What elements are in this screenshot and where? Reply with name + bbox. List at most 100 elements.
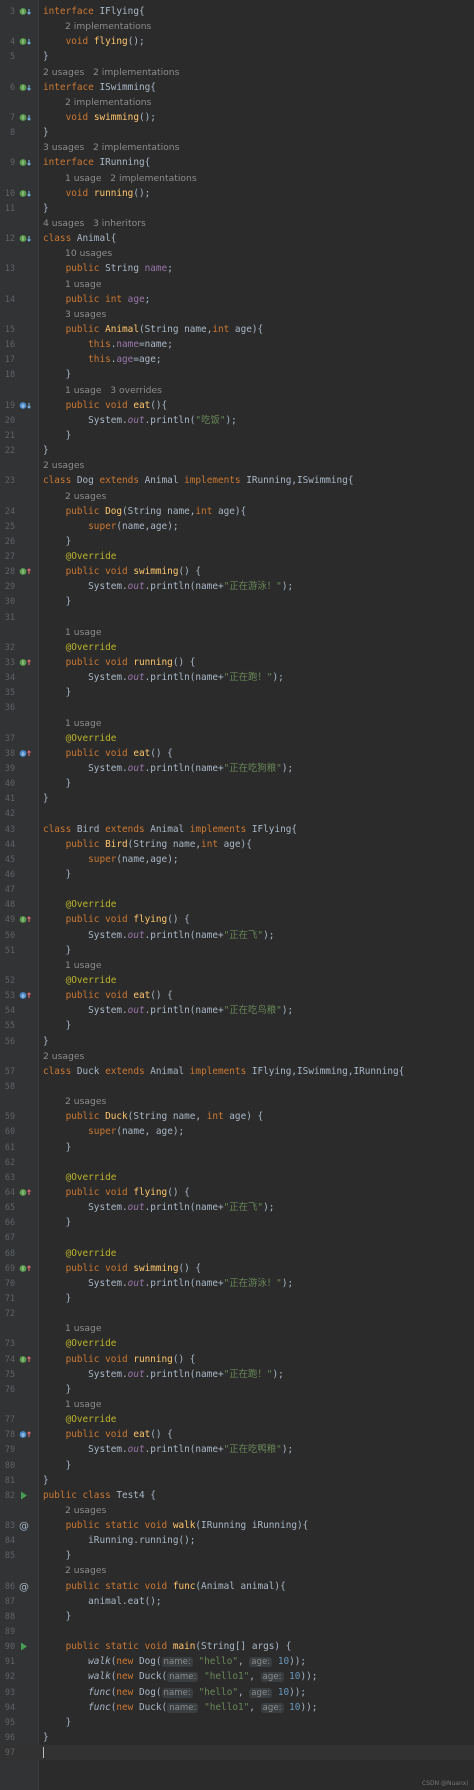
usage-hint-text[interactable]: 3 usages 2 implementations bbox=[43, 140, 179, 155]
usage-hint[interactable]: 2 usages bbox=[0, 1563, 474, 1578]
overriding-icon[interactable]: o bbox=[18, 988, 36, 1003]
implemented-icon[interactable]: I bbox=[18, 231, 36, 246]
code-line[interactable]: 59 public Duck(String name, int age) { bbox=[0, 1109, 474, 1124]
code-line[interactable]: 56} bbox=[0, 1034, 474, 1049]
code-line[interactable]: 27 @Override bbox=[0, 549, 474, 564]
code-text[interactable]: public void flying() { bbox=[43, 912, 190, 927]
code-text[interactable]: func(new Duck(name: "hello1", age: 10)); bbox=[43, 1700, 317, 1716]
code-line[interactable]: 95 } bbox=[0, 1715, 474, 1730]
code-line[interactable]: 54 System.out.println(name+"正在吃鸟粮"); bbox=[0, 1003, 474, 1018]
code-line[interactable]: 11} bbox=[0, 201, 474, 216]
code-text[interactable]: void running(); bbox=[43, 186, 151, 201]
code-line[interactable]: 61 } bbox=[0, 1140, 474, 1155]
implemented-icon[interactable]: I bbox=[18, 110, 36, 125]
code-line[interactable]: 68 @Override bbox=[0, 1246, 474, 1261]
code-text[interactable]: System.out.println(name+"正在游泳！"); bbox=[43, 1276, 293, 1291]
usage-hint[interactable]: 1 usage 2 implementations bbox=[0, 171, 474, 186]
code-line[interactable]: 63 @Override bbox=[0, 1170, 474, 1185]
code-line[interactable]: 5} bbox=[0, 49, 474, 64]
code-line[interactable]: 75 System.out.println(name+"正在跑！"); bbox=[0, 1367, 474, 1382]
usage-hint[interactable]: 1 usage bbox=[0, 1397, 474, 1412]
code-line[interactable]: 13 public String name; bbox=[0, 261, 474, 276]
usage-hint-text[interactable]: 1 usage bbox=[65, 1321, 102, 1336]
code-line[interactable]: 67 bbox=[0, 1230, 474, 1245]
code-line[interactable]: 12 Iclass Animal{ bbox=[0, 231, 474, 246]
code-text[interactable]: System.out.println(name+"正在跑！"); bbox=[43, 670, 284, 685]
code-line[interactable]: 52 @Override bbox=[0, 973, 474, 988]
usage-hint-text[interactable]: 2 usages 2 implementations bbox=[43, 65, 179, 80]
usage-hint[interactable]: 3 usages bbox=[0, 307, 474, 322]
code-text[interactable]: @Override bbox=[43, 549, 117, 564]
code-text[interactable]: @Override bbox=[43, 1170, 117, 1185]
code-text[interactable]: } bbox=[43, 867, 72, 882]
code-text[interactable]: } bbox=[43, 1215, 72, 1230]
code-text[interactable]: class Bird extends Animal implements IFl… bbox=[43, 822, 297, 837]
override-icon[interactable]: I bbox=[18, 564, 36, 579]
code-text[interactable]: @Override bbox=[43, 1336, 117, 1351]
code-text[interactable]: walk(new Dog(name: "hello", age: 10)); bbox=[43, 1654, 306, 1670]
code-text[interactable]: } bbox=[43, 443, 49, 458]
usage-hint-text[interactable]: 1 usage bbox=[65, 958, 102, 973]
usage-hint[interactable]: 2 usages bbox=[0, 1503, 474, 1518]
code-line[interactable]: 57 class Duck extends Animal implements I… bbox=[0, 1064, 474, 1079]
code-text[interactable]: System.out.println(name+"正在吃鸭粮"); bbox=[43, 1442, 293, 1457]
code-text[interactable]: super(name,age); bbox=[43, 852, 178, 867]
code-line[interactable]: 87 animal.eat(); bbox=[0, 1594, 474, 1609]
usage-hint-text[interactable]: 2 usages bbox=[43, 1049, 84, 1064]
code-text[interactable]: class Dog extends Animal implements IRun… bbox=[43, 473, 353, 488]
code-text[interactable]: System.out.println("吃饭"); bbox=[43, 413, 237, 428]
usage-hint-text[interactable]: 2 usages bbox=[65, 489, 106, 504]
code-text[interactable]: } bbox=[43, 428, 72, 443]
code-text[interactable]: public static void main(String[] args) { bbox=[43, 1639, 292, 1654]
code-text[interactable]: public void running() { bbox=[43, 1352, 196, 1367]
code-text[interactable]: interface IFlying{ bbox=[43, 4, 145, 19]
code-text[interactable]: } bbox=[43, 685, 72, 700]
usage-hint[interactable]: 2 implementations bbox=[0, 95, 474, 110]
code-line[interactable]: 44 public Bird(String name,int age){ bbox=[0, 837, 474, 852]
usage-hint-text[interactable]: 2 usages bbox=[65, 1094, 106, 1109]
usage-hint-text[interactable]: 4 usages 3 inheritors bbox=[43, 216, 146, 231]
usage-hint-text[interactable]: 1 usage 2 implementations bbox=[65, 171, 197, 186]
code-line[interactable]: 66 } bbox=[0, 1215, 474, 1230]
code-line[interactable]: 48 @Override bbox=[0, 897, 474, 912]
code-line[interactable]: 85 } bbox=[0, 1548, 474, 1563]
code-text[interactable]: } bbox=[43, 367, 72, 382]
code-line[interactable]: 92 walk(new Duck(name: "hello1", age: 10… bbox=[0, 1669, 474, 1684]
code-line[interactable]: 14 public int age; bbox=[0, 292, 474, 307]
code-line[interactable]: 94 func(new Duck(name: "hello1", age: 10… bbox=[0, 1700, 474, 1715]
code-line[interactable]: 21 } bbox=[0, 428, 474, 443]
code-text[interactable]: System.out.println(name+"正在吃狗粮"); bbox=[43, 761, 293, 776]
code-line[interactable]: 74 I public void running() { bbox=[0, 1352, 474, 1367]
code-line[interactable]: 90 public static void main(String[] args… bbox=[0, 1639, 474, 1654]
code-line[interactable]: 4 I void flying(); bbox=[0, 34, 474, 49]
code-line[interactable]: 20 System.out.println("吃饭"); bbox=[0, 413, 474, 428]
code-line[interactable]: 29 System.out.println(name+"正在游泳！"); bbox=[0, 579, 474, 594]
implemented-icon[interactable]: I bbox=[18, 155, 36, 170]
implemented-icon[interactable]: I bbox=[18, 34, 36, 49]
code-text[interactable]: public void flying() { bbox=[43, 1185, 190, 1200]
code-text[interactable]: @Override bbox=[43, 1246, 117, 1261]
usage-hint-text[interactable]: 1 usage bbox=[65, 625, 102, 640]
code-line[interactable]: 15 public Animal(String name,int age){ bbox=[0, 322, 474, 337]
code-line[interactable]: 36 bbox=[0, 700, 474, 715]
overriding-icon[interactable]: o bbox=[18, 746, 36, 761]
code-text[interactable]: System.out.println(name+"正在飞"); bbox=[43, 928, 274, 943]
code-line[interactable]: 86 @ public static void func(Animal anima… bbox=[0, 1579, 474, 1594]
code-text[interactable]: } bbox=[43, 1140, 72, 1155]
code-text[interactable]: } bbox=[43, 1609, 72, 1624]
code-text[interactable]: @Override bbox=[43, 731, 117, 746]
code-line[interactable]: 77 @Override bbox=[0, 1412, 474, 1427]
code-text[interactable]: public Animal(String name,int age){ bbox=[43, 322, 264, 337]
usage-hint-text[interactable]: 2 usages bbox=[43, 458, 84, 473]
code-text[interactable]: @Override bbox=[43, 640, 117, 655]
usage-hint-text[interactable]: 1 usage 3 overrides bbox=[65, 383, 162, 398]
usage-hint[interactable]: 2 usages bbox=[0, 458, 474, 473]
usage-hint[interactable]: 2 usages bbox=[0, 489, 474, 504]
usage-hint[interactable]: 1 usage bbox=[0, 716, 474, 731]
code-text[interactable]: interface IRunning{ bbox=[43, 155, 150, 170]
usage-hint[interactable]: 2 usages 2 implementations bbox=[0, 65, 474, 80]
code-text[interactable]: System.out.println(name+"正在游泳！"); bbox=[43, 579, 293, 594]
code-text[interactable]: } bbox=[43, 776, 72, 791]
code-line[interactable]: 31 bbox=[0, 610, 474, 625]
code-text[interactable]: public void running() { bbox=[43, 655, 196, 670]
